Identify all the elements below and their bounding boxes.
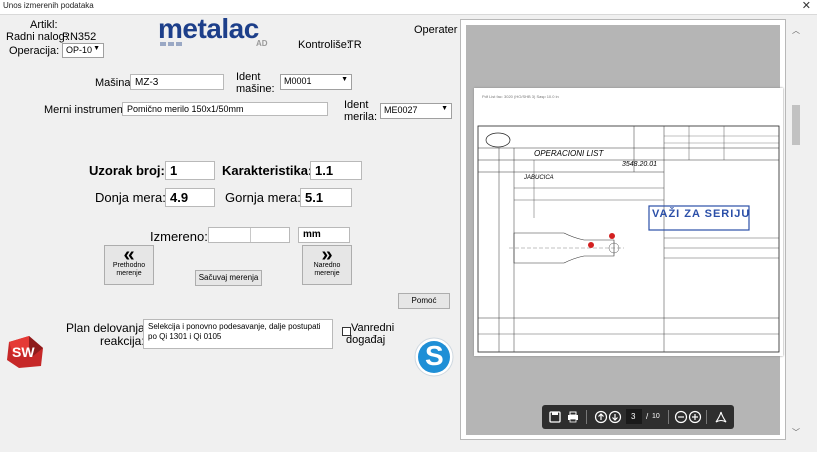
karakteristika-field[interactable]: 1.1 [310, 161, 362, 180]
gornja-field[interactable]: 5.1 [300, 188, 352, 207]
merni-field[interactable]: Pomično merilo 150x1/50mm [122, 102, 328, 116]
izmereno-divider [250, 228, 251, 242]
logo-sub: AD [256, 39, 268, 48]
donja-field[interactable]: 4.9 [165, 188, 215, 207]
ident-masine-label-2: mašine: [236, 83, 275, 95]
sw-text: SW [12, 344, 35, 360]
plan-label-1: Plan delovanja - [66, 321, 153, 335]
metalac-logo: metalac AD [158, 13, 274, 48]
donja-label: Donja mera: [95, 190, 166, 205]
toolbar-separator [706, 410, 707, 424]
pdf-doc-code: 3548.20.01 [622, 161, 658, 168]
kontrolise-value: TR [347, 39, 362, 51]
prethodno-button[interactable]: « Prethodno merenje [104, 245, 154, 285]
naredno-label-1: Naredno [313, 262, 341, 269]
zoom-in-icon[interactable] [688, 410, 702, 424]
page-up-icon[interactable] [594, 410, 608, 424]
merni-label: Merni instrument: [44, 104, 129, 116]
drawing-lines [477, 125, 780, 353]
radni-nalog-value: RN352 [62, 31, 97, 43]
operacija-value: OP-10 [66, 45, 93, 55]
window-title: Unos izmerenih podataka [3, 1, 94, 10]
logo-text: metalac [158, 13, 259, 44]
prethodno-label-1: Prethodno [112, 262, 146, 269]
s-text: S [425, 340, 444, 371]
zoom-out-icon[interactable] [674, 410, 688, 424]
pdf-page[interactable]: Pdf List fac: 3020 (HO/SHB 3) Sasp 10.0 … [474, 88, 783, 356]
page-total: 10 [652, 413, 660, 420]
karakteristika-label: Karakteristika: [222, 163, 313, 178]
naredno-label-2: merenje [314, 270, 340, 277]
radni-nalog-label: Radni nalog: [6, 31, 68, 43]
close-icon[interactable]: ✕ [802, 0, 811, 12]
operacija-select[interactable]: OP-10 ▼ [62, 43, 104, 58]
chevron-down-icon: ▼ [341, 76, 348, 83]
ident-merila-label-2: merila: [344, 111, 378, 123]
pdf-stamp: VAŽI ZA SERIJU [652, 208, 751, 220]
page-current: 3 [631, 412, 636, 421]
kontrolise-label: Kontroliše: [298, 39, 350, 51]
vanredni-label-2: događaj [346, 334, 386, 346]
masina-field[interactable]: MZ-3 [130, 74, 224, 90]
vertical-scrollbar[interactable]: ︿ ﹀ [788, 19, 805, 440]
chevron-right-icon: » [321, 244, 333, 266]
chevron-down-icon: ▼ [93, 45, 100, 52]
acrobat-icon[interactable] [714, 410, 728, 424]
sacuvaj-button[interactable]: Sačuvaj merenja [195, 270, 262, 286]
naredno-button[interactable]: » Naredno merenje [302, 245, 352, 285]
artikl-label: Artikl: [30, 19, 58, 31]
page-sep: / [646, 412, 649, 421]
operacija-label: Operacija: [9, 45, 60, 57]
title-bar: Unos izmerenih podataka ✕ [0, 0, 817, 15]
vanredni-label-1: Vanredni [351, 322, 395, 334]
plan-text: Selekcija i ponovno podesavanje, dalje p… [143, 319, 333, 349]
ident-masine-select[interactable]: M0001 ▼ [280, 74, 352, 90]
scroll-down-icon[interactable]: ﹀ [792, 427, 800, 438]
chevron-down-icon: ▼ [441, 105, 448, 112]
prethodno-label-2: merenje [116, 270, 142, 277]
chevron-left-icon: « [123, 244, 135, 266]
solidworks-icon: SW [5, 334, 45, 370]
pdf-doc-title: OPERACIONI LIST [534, 149, 604, 158]
masina-label: Mašina: [95, 77, 134, 89]
unit-field: mm [298, 227, 350, 243]
izmereno-label: Izmereno: [150, 229, 208, 244]
uzorak-label: Uzorak broj: [89, 163, 165, 178]
page-down-icon[interactable] [608, 410, 622, 424]
logo-bars [160, 42, 182, 46]
toolbar-separator [586, 410, 587, 424]
save-icon[interactable] [548, 410, 562, 424]
ident-merila-value: ME0027 [384, 105, 418, 115]
izmereno-field[interactable] [208, 227, 290, 243]
operater-label: Operater [414, 24, 458, 36]
ident-masine-value: M0001 [284, 76, 312, 86]
s-logo-icon: S [413, 336, 455, 378]
scroll-thumb[interactable] [792, 105, 800, 145]
pdf-toolbar: 3 / 10 [542, 405, 734, 429]
pomoc-button[interactable]: Pomoć [398, 293, 450, 309]
toolbar-separator [668, 410, 669, 424]
print-icon[interactable] [566, 410, 580, 424]
uzorak-field[interactable]: 1 [165, 161, 215, 180]
ident-merila-select[interactable]: ME0027 ▼ [380, 103, 452, 119]
plan-label-2: reakcija: [100, 334, 145, 348]
ident-merila-label-1: Ident [344, 99, 369, 111]
pdf-part-name: JABUCICA [524, 175, 554, 181]
ident-masine-label-1: Ident [236, 71, 261, 83]
gornja-label: Gornja mera: [225, 190, 301, 205]
scroll-up-icon[interactable]: ︿ [792, 25, 800, 36]
